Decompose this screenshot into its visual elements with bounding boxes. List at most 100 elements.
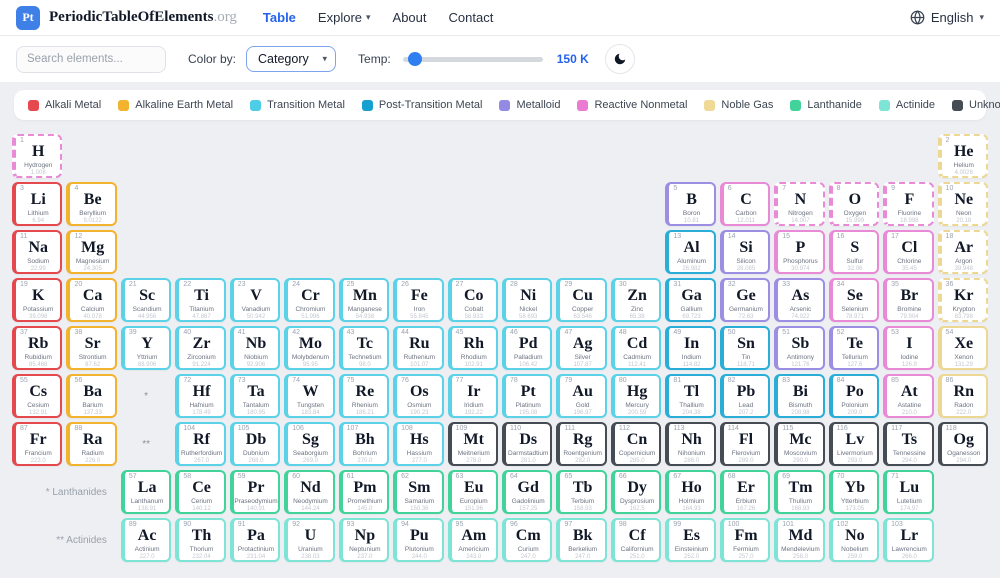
element-Fm[interactable]: 100FmFermium257.0 [720,518,770,562]
element-I[interactable]: 53IIodine126.9 [883,326,933,370]
nav-table[interactable]: Table [263,10,296,25]
element-Ge[interactable]: 32GeGermanium72.63 [720,278,770,322]
element-Ta[interactable]: 73TaTantalum180.95 [230,374,280,418]
element-Bi[interactable]: 83BiBismuth208.98 [774,374,824,418]
element-Fr[interactable]: 87FrFrancium223.0 [12,422,62,466]
element-Rf[interactable]: 104RfRutherfordium267.0 [175,422,225,466]
element-Y[interactable]: 39YYttrium88.906 [121,326,171,370]
element-Fl[interactable]: 114FlFlerovium289.0 [720,422,770,466]
language-selector[interactable]: English ▾ [910,10,984,25]
element-At[interactable]: 85AtAstatine210.0 [883,374,933,418]
element-As[interactable]: 33AsArsenic74.922 [774,278,824,322]
element-Fe[interactable]: 26FeIron55.845 [393,278,443,322]
element-Cf[interactable]: 98CfCalifornium251.0 [611,518,661,562]
element-Np[interactable]: 93NpNeptunium237.0 [339,518,389,562]
element-Os[interactable]: 76OsOsmium190.23 [393,374,443,418]
element-Cl[interactable]: 17ClChlorine35.45 [883,230,933,274]
element-Ac[interactable]: 89AcActinium227.0 [121,518,171,562]
element-Cr[interactable]: 24CrChromium51.996 [284,278,334,322]
element-Sc[interactable]: 21ScScandium44.956 [121,278,171,322]
element-Si[interactable]: 14SiSilicon28.085 [720,230,770,274]
element-Ti[interactable]: 22TiTitanium47.867 [175,278,225,322]
element-Yb[interactable]: 70YbYtterbium173.05 [829,470,879,514]
element-Sr[interactable]: 38SrStrontium87.62 [66,326,116,370]
element-Ir[interactable]: 77IrIridium192.22 [448,374,498,418]
element-U[interactable]: 92UUranium238.03 [284,518,334,562]
element-Al[interactable]: 13AlAluminum26.982 [665,230,715,274]
element-Er[interactable]: 68ErErbium167.26 [720,470,770,514]
element-Kr[interactable]: 36KrKrypton83.798 [938,278,988,322]
element-Na[interactable]: 11NaSodium22.99 [12,230,62,274]
element-Tl[interactable]: 81TlThallium204.38 [665,374,715,418]
element-Pu[interactable]: 94PuPlutonium244.0 [393,518,443,562]
element-Li[interactable]: 3LiLithium6.94 [12,182,62,226]
element-Rg[interactable]: 111RgRoentgenium282.0 [556,422,606,466]
element-Te[interactable]: 52TeTellurium127.6 [829,326,879,370]
element-Pa[interactable]: 91PaProtactinium231.04 [230,518,280,562]
element-Tb[interactable]: 65TbTerbium158.93 [556,470,606,514]
nav-contact[interactable]: Contact [449,10,494,25]
temp-slider[interactable] [403,52,543,66]
element-Pm[interactable]: 61PmPromethium145.0 [339,470,389,514]
element-Zr[interactable]: 40ZrZirconium91.224 [175,326,225,370]
element-N[interactable]: 7NNitrogen14.007 [774,182,824,226]
color-by-select[interactable]: Category [246,46,336,72]
element-Cd[interactable]: 48CdCadmium112.41 [611,326,661,370]
element-Nd[interactable]: 60NdNeodymium144.24 [284,470,334,514]
nav-explore[interactable]: Explore▾ [318,10,371,25]
element-Mc[interactable]: 115McMoscovium290.0 [774,422,824,466]
element-Pb[interactable]: 82PbLead207.2 [720,374,770,418]
element-Ts[interactable]: 117TsTennessine294.0 [883,422,933,466]
element-Be[interactable]: 4BeBeryllium9.0122 [66,182,116,226]
element-Ra[interactable]: 88RaRadium226.0 [66,422,116,466]
element-Cn[interactable]: 112CnCopernicium285.0 [611,422,661,466]
element-Sb[interactable]: 51SbAntimony121.76 [774,326,824,370]
element-Hf[interactable]: 72HfHafnium178.49 [175,374,225,418]
element-P[interactable]: 15PPhosphorus30.974 [774,230,824,274]
element-K[interactable]: 19KPotassium39.098 [12,278,62,322]
element-Re[interactable]: 75ReRhenium186.21 [339,374,389,418]
element-Lu[interactable]: 71LuLutetium174.97 [883,470,933,514]
element-Se[interactable]: 34SeSelenium78.971 [829,278,879,322]
element-Sn[interactable]: 50SnTin118.71 [720,326,770,370]
element-V[interactable]: 23VVanadium50.942 [230,278,280,322]
element-Br[interactable]: 35BrBromine79.904 [883,278,933,322]
element-S[interactable]: 16SSulfur32.06 [829,230,879,274]
element-Ds[interactable]: 110DsDarmstadtium281.0 [502,422,552,466]
element-Po[interactable]: 84PoPolonium209.0 [829,374,879,418]
element-Au[interactable]: 79AuGold196.97 [556,374,606,418]
element-Hg[interactable]: 80HgMercury200.59 [611,374,661,418]
element-Ga[interactable]: 31GaGallium69.723 [665,278,715,322]
element-Md[interactable]: 101MdMendelevium258.0 [774,518,824,562]
element-Og[interactable]: 118OgOganesson294.0 [938,422,988,466]
element-Hs[interactable]: 108HsHassium277.0 [393,422,443,466]
element-Zn[interactable]: 30ZnZinc65.38 [611,278,661,322]
element-Cm[interactable]: 96CmCurium247.0 [502,518,552,562]
slider-thumb[interactable] [408,52,422,66]
element-Gd[interactable]: 64GdGadolinium157.25 [502,470,552,514]
element-Dy[interactable]: 66DyDysprosium162.5 [611,470,661,514]
element-Ca[interactable]: 20CaCalcium40.078 [66,278,116,322]
element-Pr[interactable]: 59PrPraseodymium140.91 [230,470,280,514]
element-Sg[interactable]: 106SgSeaborgium269.0 [284,422,334,466]
element-Ce[interactable]: 58CeCerium140.12 [175,470,225,514]
element-Rh[interactable]: 45RhRhodium102.91 [448,326,498,370]
element-Rn[interactable]: 86RnRadon222.0 [938,374,988,418]
element-F[interactable]: 9FFluorine18.998 [883,182,933,226]
element-In[interactable]: 49InIndium114.82 [665,326,715,370]
element-C[interactable]: 6CCarbon12.011 [720,182,770,226]
element-Ba[interactable]: 56BaBarium137.33 [66,374,116,418]
element-Db[interactable]: 105DbDubnium268.0 [230,422,280,466]
element-He[interactable]: 2HeHelium4.0026 [938,134,988,178]
element-Am[interactable]: 95AmAmericium243.0 [448,518,498,562]
element-Rb[interactable]: 37RbRubidium85.468 [12,326,62,370]
search-input[interactable] [16,46,166,73]
element-Ag[interactable]: 47AgSilver107.87 [556,326,606,370]
element-Mo[interactable]: 42MoMolybdenum95.95 [284,326,334,370]
element-No[interactable]: 102NoNobelium259.0 [829,518,879,562]
element-Eu[interactable]: 63EuEuropium151.96 [448,470,498,514]
element-Tc[interactable]: 43TcTechnetium98.0 [339,326,389,370]
element-Lv[interactable]: 116LvLivermorium293.0 [829,422,879,466]
element-Nb[interactable]: 41NbNiobium92.906 [230,326,280,370]
element-Cu[interactable]: 29CuCopper63.546 [556,278,606,322]
